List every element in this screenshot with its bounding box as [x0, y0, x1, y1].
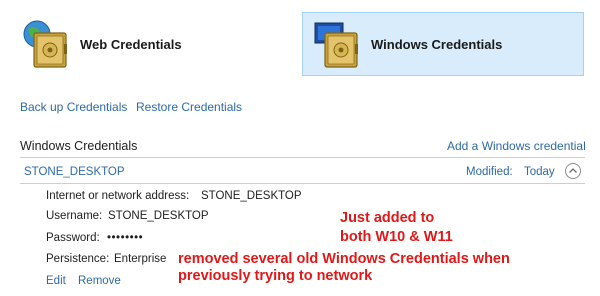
- tile-windows-credentials[interactable]: Windows Credentials: [302, 12, 584, 76]
- edit-link[interactable]: Edit: [46, 275, 66, 287]
- persistence-value: Enterprise: [114, 253, 167, 265]
- credential-name[interactable]: STONE_DESKTOP: [24, 166, 125, 178]
- restore-credentials-link[interactable]: Restore Credentials: [136, 100, 242, 114]
- password-label: Password:: [46, 232, 100, 244]
- modified-value: Today: [524, 166, 555, 178]
- backup-credentials-link[interactable]: Back up Credentials: [20, 100, 127, 114]
- vault-globe-icon: [23, 20, 67, 68]
- annotation-line-2: both W10 & W11: [340, 229, 453, 245]
- remove-link[interactable]: Remove: [78, 275, 121, 287]
- entry-divider: [20, 183, 585, 184]
- tile-windows-credentials-label: Windows Credentials: [371, 36, 503, 52]
- annotation-line-3: removed several old Windows Credentials …: [178, 251, 510, 267]
- address-label: Internet or network address:: [46, 190, 190, 202]
- persistence-label: Persistence:: [46, 253, 110, 265]
- password-value: ••••••••: [107, 232, 144, 244]
- address-value: STONE_DESKTOP: [201, 190, 302, 202]
- annotation-line-4: previously trying to network: [178, 268, 373, 284]
- section-divider: [20, 157, 585, 158]
- annotation-line-1: Just added to: [340, 210, 435, 226]
- username-value: STONE_DESKTOP: [108, 210, 209, 222]
- section-title: Windows Credentials: [20, 139, 138, 153]
- add-windows-credential-link[interactable]: Add a Windows credential: [447, 139, 586, 153]
- tile-web-credentials-label: Web Credentials: [80, 36, 182, 52]
- vault-computer-icon: [314, 22, 358, 68]
- tile-web-credentials[interactable]: Web Credentials: [22, 12, 292, 76]
- username-label: Username:: [46, 210, 103, 222]
- modified-label: Modified:: [466, 166, 513, 178]
- collapse-chevron-icon[interactable]: [565, 163, 581, 179]
